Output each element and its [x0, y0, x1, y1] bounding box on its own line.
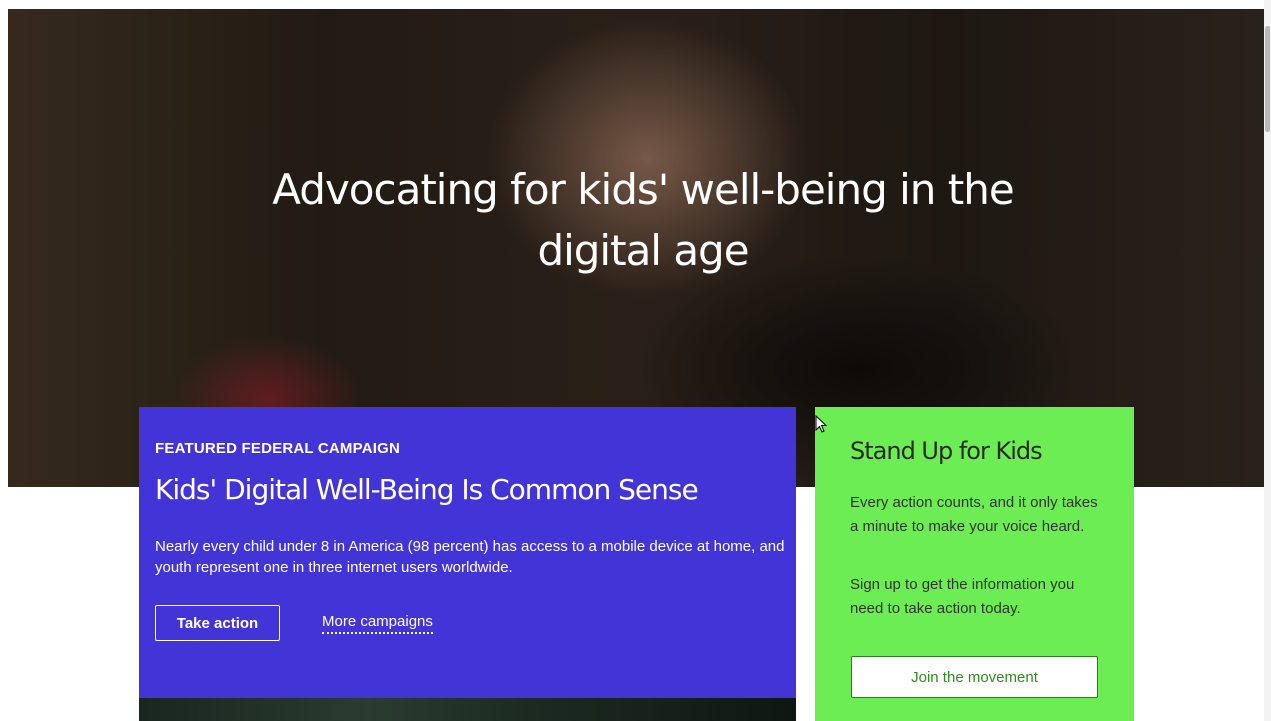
stand-up-paragraph-2: Sign up to get the information you need … [850, 576, 1075, 617]
take-action-button[interactable]: Take action [155, 605, 280, 641]
arrow-cursor-icon [815, 415, 827, 433]
hero-title: Advocating for kids' well-being in the d… [272, 165, 1014, 275]
join-movement-button[interactable]: Join the movement [851, 656, 1098, 698]
page-scrollbar[interactable] [1264, 0, 1271, 721]
featured-description: Nearly every child under 8 in America (9… [155, 538, 785, 576]
scrollbar-thumb[interactable] [1265, 26, 1270, 132]
stand-up-title: Stand Up for Kids [850, 437, 1043, 465]
stand-up-paragraph-1: Every action counts, and it only takes a… [850, 494, 1098, 535]
stand-up-card: Stand Up for Kids Every action counts, a… [815, 407, 1134, 721]
featured-campaign-card: FEATURED FEDERAL CAMPAIGN Kids' Digital … [139, 407, 796, 698]
more-campaigns-link[interactable]: More campaigns [322, 613, 433, 634]
featured-eyebrow: FEATURED FEDERAL CAMPAIGN [155, 440, 400, 457]
next-campaign-image [139, 698, 796, 721]
featured-title: Kids' Digital Well-Being Is Common Sense [155, 473, 699, 506]
